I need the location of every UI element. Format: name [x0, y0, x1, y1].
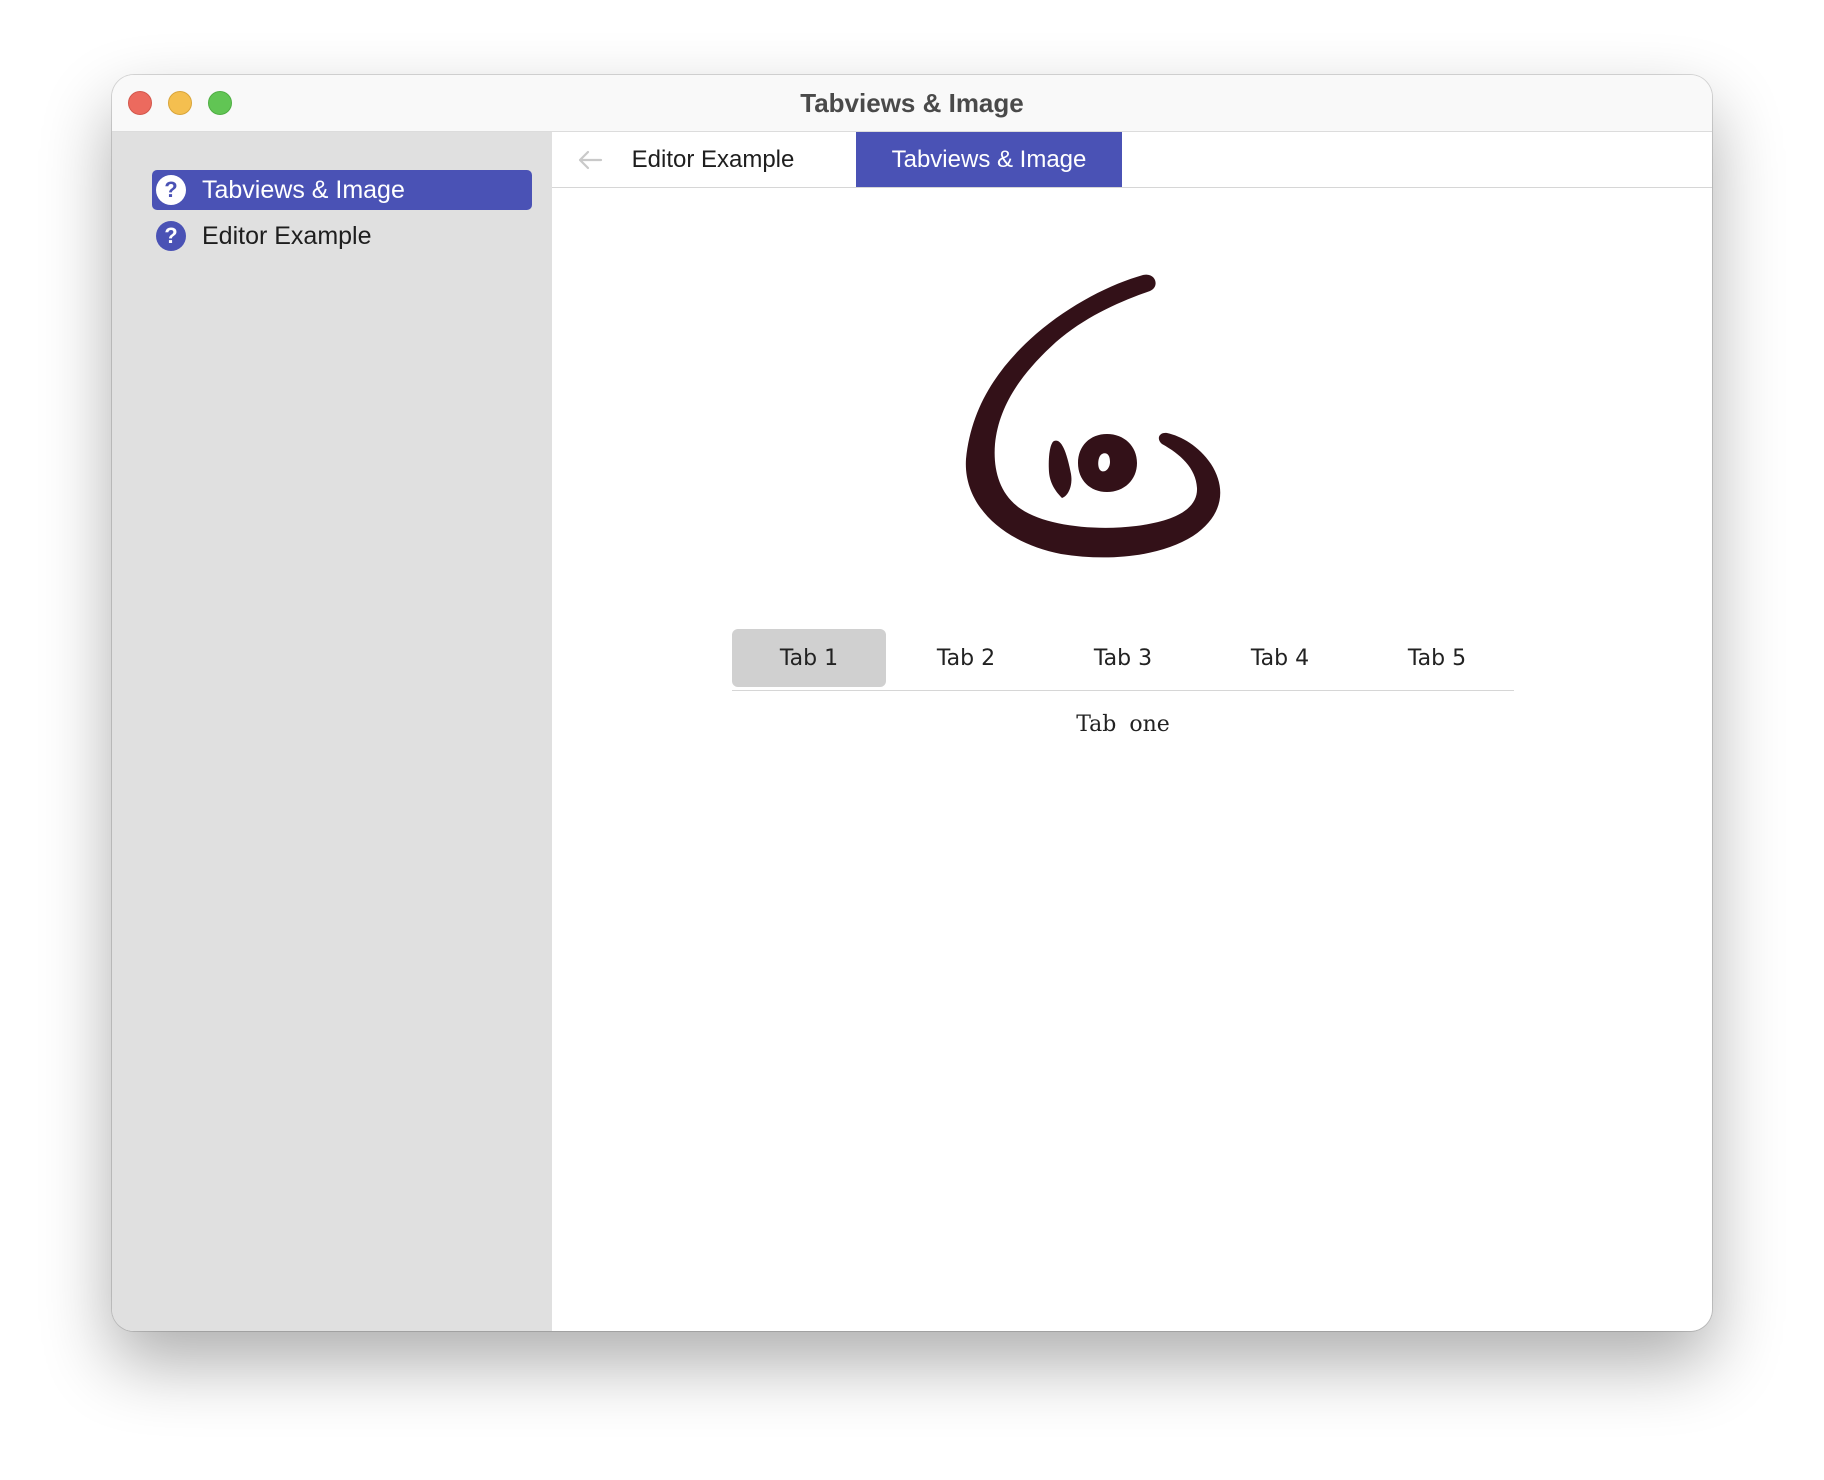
- question-circle-icon: ?: [156, 221, 186, 251]
- tab-content-text: Tab one: [1076, 712, 1170, 737]
- sidebar-item-tabviews-image[interactable]: ? Tabviews & Image: [152, 170, 532, 210]
- window-title: Tabviews & Image: [800, 88, 1024, 118]
- top-navigation-bar: Editor Example Tabviews & Image: [552, 132, 1712, 188]
- app-window: Tabviews & Image ? Tabviews & Image ? Ed…: [112, 75, 1712, 1331]
- tab-3[interactable]: Tab 3: [1046, 629, 1200, 687]
- nav-tab-editor-example[interactable]: Editor Example: [622, 132, 804, 187]
- tab-4[interactable]: Tab 4: [1203, 629, 1357, 687]
- tab-5[interactable]: Tab 5: [1360, 629, 1514, 687]
- question-circle-icon: ?: [156, 175, 186, 205]
- tab-1[interactable]: Tab 1: [732, 629, 886, 687]
- sidebar-item-editor-example[interactable]: ? Editor Example: [152, 216, 532, 256]
- sidebar-item-label: Editor Example: [202, 221, 372, 250]
- tab-bar: Tab 1 Tab 2 Tab 3 Tab 4 Tab 5: [732, 629, 1514, 691]
- tab-2[interactable]: Tab 2: [889, 629, 1043, 687]
- main-content: Editor Example Tabviews & Image Tab 1 Ta…: [552, 132, 1712, 1331]
- back-button[interactable]: [574, 144, 606, 176]
- sidebar-item-label: Tabviews & Image: [202, 175, 405, 204]
- arrow-left-icon: [578, 150, 603, 170]
- nav-tab-tabviews-image[interactable]: Tabviews & Image: [856, 132, 1122, 187]
- sidebar: ? Tabviews & Image ? Editor Example: [112, 132, 552, 1331]
- title-bar[interactable]: Tabviews & Image: [112, 75, 1712, 132]
- calligraphy-logo-image: [961, 264, 1231, 569]
